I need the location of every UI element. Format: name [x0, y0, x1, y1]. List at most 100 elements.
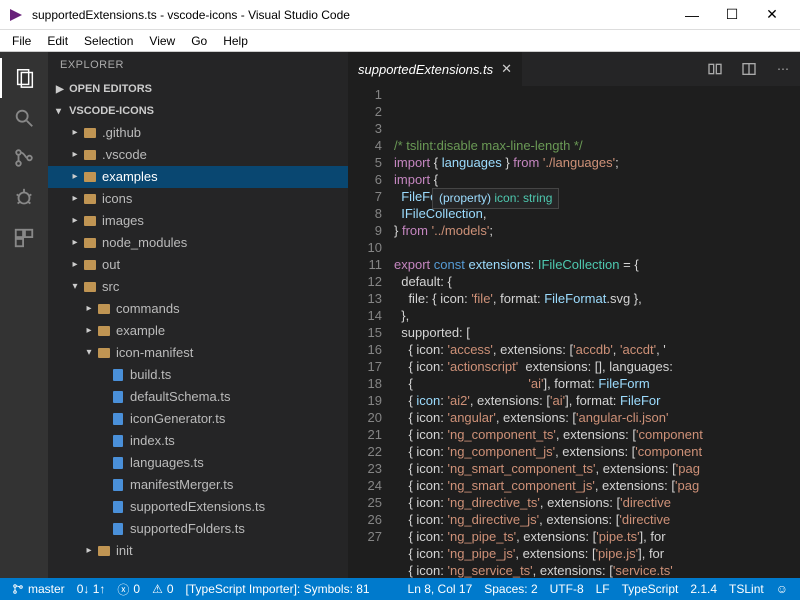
split-editor-icon[interactable]	[732, 52, 766, 86]
tree-item-label: languages.ts	[130, 452, 204, 474]
menu-help[interactable]: Help	[215, 32, 256, 50]
folder-item[interactable]: ▸commands	[48, 298, 348, 320]
tree-item-label: .github	[102, 122, 141, 144]
window-close-button[interactable]: ✕	[752, 0, 792, 30]
line-gutter: 1234567891011121314151617181920212223242…	[348, 86, 394, 578]
tslint-status[interactable]: TSLint	[723, 578, 770, 600]
folder-item[interactable]: ▾icon-manifest	[48, 342, 348, 364]
eol[interactable]: LF	[590, 578, 616, 600]
twisty-icon: ▸	[68, 122, 82, 144]
tree-item-label: build.ts	[130, 364, 171, 386]
folder-item[interactable]: ▸.vscode	[48, 144, 348, 166]
search-icon[interactable]	[0, 98, 48, 138]
window-maximize-button[interactable]: ☐	[712, 0, 752, 30]
git-branch[interactable]: master	[6, 578, 71, 600]
twisty-icon: ▸	[68, 254, 82, 276]
debug-icon[interactable]	[0, 178, 48, 218]
problems-warnings[interactable]: ⚠ 0	[146, 578, 179, 600]
git-sync[interactable]: 0↓ 1↑	[71, 578, 112, 600]
folder-icon	[82, 169, 98, 185]
menu-edit[interactable]: Edit	[39, 32, 76, 50]
twisty-icon: ▾	[68, 276, 82, 298]
tree-item-label: icons	[102, 188, 132, 210]
folder-item[interactable]: ▸images	[48, 210, 348, 232]
editor-tabs: supportedExtensions.ts ✕ ⋯	[348, 52, 800, 86]
menu-selection[interactable]: Selection	[76, 32, 141, 50]
indent-setting[interactable]: Spaces: 2	[478, 578, 543, 600]
file-item[interactable]: supportedExtensions.ts	[48, 496, 348, 518]
tree-item-label: supportedFolders.ts	[130, 518, 245, 540]
problems-errors[interactable]: ⓧ 0	[111, 578, 146, 600]
folder-item[interactable]: ▾ src	[48, 276, 348, 298]
parameter-hint-popup: (property) icon: string	[432, 188, 559, 209]
folder-item[interactable]: ▸ init	[48, 540, 348, 562]
extensions-icon[interactable]	[0, 218, 48, 258]
ts-version[interactable]: 2.1.4	[684, 578, 723, 600]
file-item[interactable]: supportedFolders.ts	[48, 518, 348, 540]
folder-item[interactable]: ▸ example	[48, 320, 348, 342]
tree-item-label: supportedExtensions.ts	[130, 496, 265, 518]
menu-view[interactable]: View	[141, 32, 183, 50]
twisty-icon: ▸	[68, 166, 82, 188]
twisty-icon: ▸	[82, 540, 96, 562]
file-item[interactable]: build.ts	[48, 364, 348, 386]
folder-item[interactable]: ▸out	[48, 254, 348, 276]
tree-item-label: example	[116, 320, 165, 342]
tree-item-label: iconGenerator.ts	[130, 408, 225, 430]
editor-tab-active[interactable]: supportedExtensions.ts ✕	[348, 52, 522, 86]
folder-item[interactable]: ▸ .github	[48, 122, 348, 144]
file-tree: ▸.github▸.vscode▸examples▸icons▸images▸n…	[48, 122, 348, 562]
folder-icon	[96, 301, 112, 317]
language-mode[interactable]: TypeScript	[616, 578, 685, 600]
status-bar: master 0↓ 1↑ ⓧ 0 ⚠ 0 [TypeScript Importe…	[0, 578, 800, 600]
file-item[interactable]: languages.ts	[48, 452, 348, 474]
file-item[interactable]: manifestMerger.ts	[48, 474, 348, 496]
file-icon	[110, 477, 126, 493]
compare-changes-icon[interactable]	[698, 52, 732, 86]
menu-file[interactable]: File	[4, 32, 39, 50]
feedback-icon[interactable]: ☺	[770, 578, 794, 600]
ts-importer-status[interactable]: [TypeScript Importer]: Symbols: 81	[180, 578, 376, 600]
tree-item-label: icon-manifest	[116, 342, 193, 364]
window-minimize-button[interactable]: —	[672, 0, 712, 30]
warning-count: 0	[167, 582, 174, 596]
vscode-logo-icon	[8, 7, 24, 23]
folder-icon	[82, 235, 98, 251]
file-item[interactable]: iconGenerator.ts	[48, 408, 348, 430]
open-editors-section[interactable]: ▶ OPEN EDITORS	[48, 78, 348, 100]
project-section[interactable]: ▾ VSCODE-ICONS	[48, 100, 348, 122]
open-editors-label: OPEN EDITORS	[69, 83, 152, 95]
folder-item[interactable]: ▸icons	[48, 188, 348, 210]
folder-item[interactable]: ▸ examples	[48, 166, 348, 188]
tree-item-label: init	[116, 540, 133, 562]
file-icon	[110, 433, 126, 449]
folder-icon	[82, 257, 98, 273]
folder-icon	[82, 125, 98, 141]
tab-close-icon[interactable]: ✕	[501, 61, 512, 77]
file-item[interactable]: index.ts	[48, 430, 348, 452]
twisty-icon: ▸	[82, 320, 96, 342]
encoding[interactable]: UTF-8	[544, 578, 590, 600]
file-icon	[110, 521, 126, 537]
file-icon	[110, 411, 126, 427]
folder-icon	[96, 543, 112, 559]
window-title: supportedExtensions.ts - vscode-icons - …	[32, 8, 672, 22]
file-item[interactable]: defaultSchema.ts	[48, 386, 348, 408]
cursor-position[interactable]: Ln 8, Col 17	[402, 578, 479, 600]
tree-item-label: src	[102, 276, 119, 298]
tab-title: supportedExtensions.ts	[358, 62, 493, 77]
tree-item-label: examples	[102, 166, 158, 188]
more-actions-icon[interactable]: ⋯	[766, 52, 800, 86]
menu-go[interactable]: Go	[183, 32, 215, 50]
hint-type: icon: string	[491, 191, 552, 205]
tree-item-label: index.ts	[130, 430, 175, 452]
code-editor[interactable]: 1234567891011121314151617181920212223242…	[348, 86, 800, 578]
file-icon	[110, 367, 126, 383]
project-label: VSCODE-ICONS	[69, 105, 154, 117]
menu-bar: File Edit Selection View Go Help	[0, 30, 800, 52]
folder-item[interactable]: ▸node_modules	[48, 232, 348, 254]
source-control-icon[interactable]	[0, 138, 48, 178]
explorer-icon[interactable]	[0, 58, 48, 98]
code-lines[interactable]: (property) icon: string /* tslint:disabl…	[394, 86, 800, 578]
tree-item-label: manifestMerger.ts	[130, 474, 233, 496]
